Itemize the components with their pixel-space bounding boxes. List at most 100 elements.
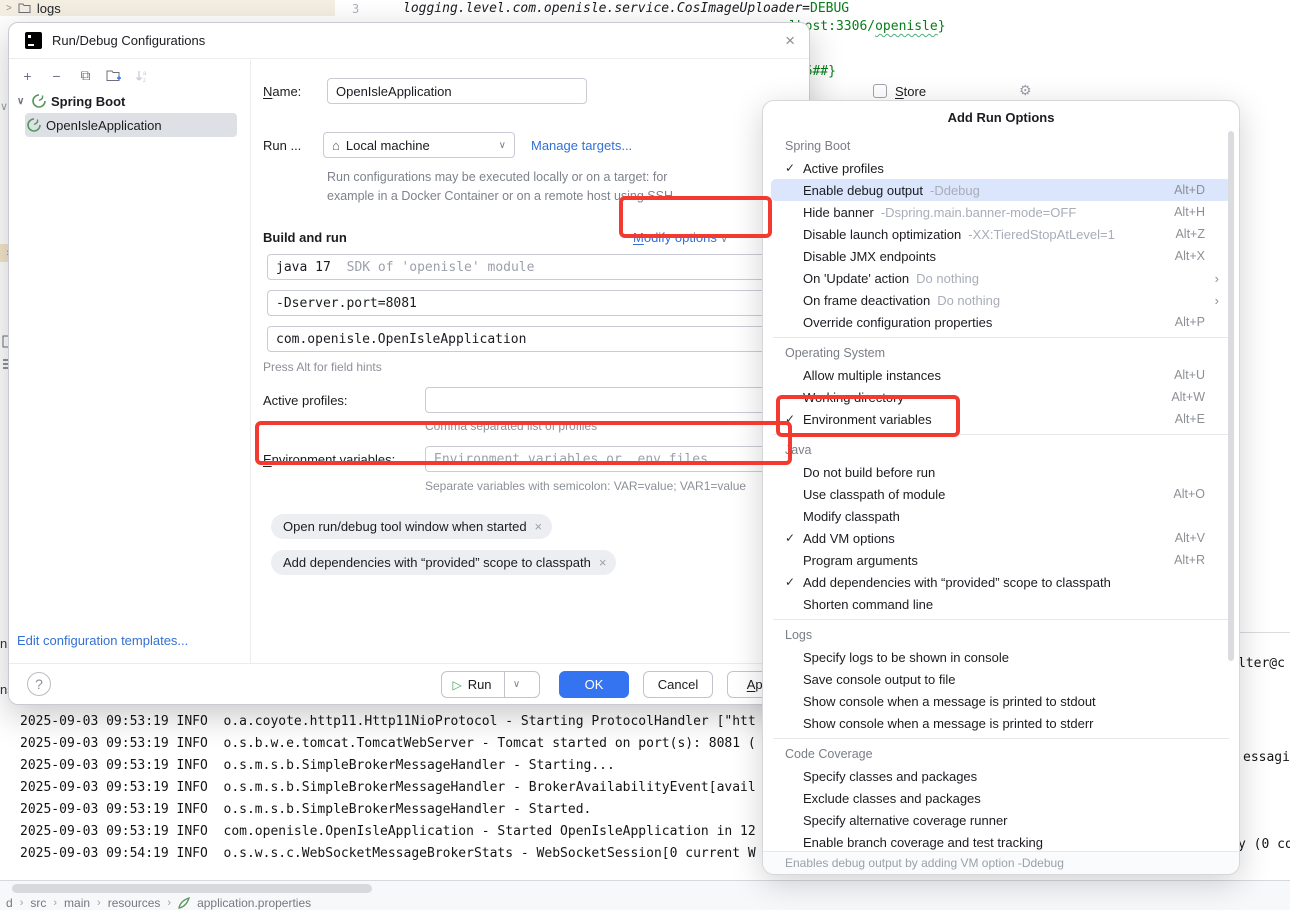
menu-item-label: Active profiles [803,161,884,176]
breadcrumb-item[interactable]: main [64,896,90,910]
menu-item-label: Override configuration properties [803,315,992,330]
menu-item-label: Do not build before run [803,465,935,480]
remove-chip-icon[interactable]: × [535,519,543,534]
menu-item-use-classpath-of-module[interactable]: Use classpath of moduleAlt+O [763,483,1239,505]
toolwindow-label-fragment: n [0,636,7,651]
menu-item-specify-logs-to-be-shown-in-console[interactable]: Specify logs to be shown in console [763,646,1239,668]
menu-item-enable-debug-output[interactable]: Enable debug output-DdebugAlt+D [763,179,1239,201]
chevron-down-icon: ∨ [499,140,506,151]
ok-button[interactable]: OK [559,671,629,698]
menu-item-save-console-output-to-file[interactable]: Save console output to file [763,668,1239,690]
menu-item-hint: Do nothing [916,271,979,286]
menu-item-label: Shorten command line [803,597,933,612]
menu-item-hide-banner[interactable]: Hide banner -Dspring.main.banner-mode=OFF… [763,201,1239,223]
project-tree-row-logs[interactable]: > logs [0,0,335,16]
menu-item-shorten-command-line[interactable]: Shorten command line [763,593,1239,615]
close-icon[interactable]: × [785,31,795,51]
remove-configuration-button[interactable]: − [48,68,65,84]
manage-targets-link[interactable]: Manage targets... [531,138,632,153]
menu-section-operating-system: Operating System [763,342,1239,364]
menu-item-on-frame-deactivation[interactable]: On frame deactivationDo nothing› [763,289,1239,311]
gear-icon[interactable]: ⚙ [1019,82,1032,99]
menu-item-override-configuration-properties[interactable]: Override configuration propertiesAlt+P [763,311,1239,333]
svg-text:a: a [143,71,147,77]
menu-item-add-dependencies-with-provided-scope-to-classpath[interactable]: ✓Add dependencies with “provided” scope … [763,571,1239,593]
checkmark-icon: ✓ [785,531,803,545]
spring-boot-icon [32,94,46,108]
menu-item-on-update-action[interactable]: On 'Update' actionDo nothing› [763,267,1239,289]
submenu-arrow-icon: › [1215,271,1219,286]
menu-item-label: Exclude classes and packages [803,791,981,806]
main-class-field[interactable]: com.openisle.OpenIsleApplication [267,326,803,352]
new-folder-button[interactable] [106,69,123,82]
menu-item-disable-jmx-endpoints[interactable]: Disable JMX endpointsAlt+X [763,245,1239,267]
active-profiles-input[interactable] [425,387,789,413]
menu-item-shortcut: Alt+X [1175,249,1205,263]
menu-item-hint: -Dspring.main.banner-mode=OFF [881,205,1076,220]
menu-item-enable-branch-coverage-and-test-tracking[interactable]: Enable branch coverage and test tracking [763,831,1239,853]
dialog-titlebar: Run/Debug Configurations [9,23,809,59]
add-configuration-button[interactable]: + [19,68,36,84]
menu-item-hint: -Ddebug [930,183,980,198]
menu-item-shortcut: Alt+Z [1175,227,1205,241]
menu-item-shortcut: Alt+H [1174,205,1205,219]
menu-item-label: Use classpath of module [803,487,945,502]
jdk-field[interactable]: java 17 SDK of 'openisle' module [267,254,803,280]
menu-item-program-arguments[interactable]: Program argumentsAlt+R [763,549,1239,571]
vm-options-field[interactable]: -Dserver.port=8081▤ [267,290,803,316]
help-icon[interactable]: ? [27,672,51,696]
store-as-project-file-checkbox[interactable] [873,84,887,98]
popup-footer-hint: Enables debug output by adding VM option… [763,851,1239,874]
name-label: Name: [263,84,301,99]
menu-item-exclude-classes-and-packages[interactable]: Exclude classes and packages [763,787,1239,809]
active-profiles-label: Active profiles: [263,393,348,408]
tree-item-label: logs [37,1,61,16]
edit-configuration-templates-link[interactable]: Edit configuration templates... [17,633,188,648]
menu-item-show-console-when-a-message-is-printed-to-stdout[interactable]: Show console when a message is printed t… [763,690,1239,712]
run-target-select[interactable]: ⌂ Local machine ∨ [323,132,515,158]
submenu-arrow-icon: › [1215,293,1219,308]
name-input[interactable]: OpenIsleApplication [327,78,587,104]
menu-separator [763,615,1239,624]
tree-chevron-fragment: ∨ [0,100,8,113]
horizontal-scrollbar[interactable] [12,884,372,893]
tree-item-label: OpenIsleApplication [46,118,162,133]
option-chip: Open run/debug tool window when started× [271,514,552,539]
breadcrumb-item[interactable]: d [6,896,13,910]
screen: > logs 3 logging.level.com.openisle.serv… [0,0,1290,910]
option-chip: Add dependencies with “provided” scope t… [271,550,616,575]
popup-scrollbar[interactable] [1228,131,1234,661]
menu-item-allow-multiple-instances[interactable]: Allow multiple instancesAlt+U [763,364,1239,386]
menu-item-specify-classes-and-packages[interactable]: Specify classes and packages [763,765,1239,787]
menu-item-label: Hide banner [803,205,874,220]
run-button[interactable]: ▷Run∨ [441,671,540,698]
cancel-button[interactable]: Cancel [643,671,713,698]
add-run-options-popup: Add Run Options Spring Boot✓Active profi… [762,100,1240,875]
tree-expand-icon[interactable]: > [6,3,12,14]
menu-item-label: Save console output to file [803,672,956,687]
menu-item-shortcut: Alt+V [1175,531,1205,545]
chevron-down-icon[interactable]: ∨ [505,679,529,690]
menu-item-label: Disable launch optimization [803,227,961,242]
menu-item-active-profiles[interactable]: ✓Active profiles [763,157,1239,179]
breadcrumb-item[interactable]: src [30,896,46,910]
breadcrumb-item[interactable]: resources [108,896,161,910]
menu-item-add-vm-options[interactable]: ✓Add VM optionsAlt+V [763,527,1239,549]
popup-title: Add Run Options [763,110,1239,125]
sort-configurations-button[interactable]: az [135,69,152,83]
copy-configuration-button[interactable]: ⧉ [77,67,94,84]
remove-chip-icon[interactable]: × [599,555,607,570]
menu-section-logs: Logs [763,624,1239,646]
tree-item-openisleapplication[interactable]: OpenIsleApplication [25,113,237,137]
menu-item-do-not-build-before-run[interactable]: Do not build before run [763,461,1239,483]
menu-item-specify-alternative-coverage-runner[interactable]: Specify alternative coverage runner [763,809,1239,831]
menu-separator [763,333,1239,342]
environment-variables-hint: Separate variables with semicolon: VAR=v… [425,479,746,493]
tree-group-spring-boot[interactable]: ∨ Spring Boot [9,89,250,113]
chevron-down-icon[interactable]: ∨ [17,96,27,107]
menu-item-modify-classpath[interactable]: Modify classpath [763,505,1239,527]
menu-item-show-console-when-a-message-is-printed-to-stderr[interactable]: Show console when a message is printed t… [763,712,1239,734]
menu-item-disable-launch-optimization[interactable]: Disable launch optimization-XX:TieredSto… [763,223,1239,245]
menu-item-shortcut: Alt+W [1171,390,1205,404]
breadcrumb-item[interactable]: application.properties [197,896,311,910]
